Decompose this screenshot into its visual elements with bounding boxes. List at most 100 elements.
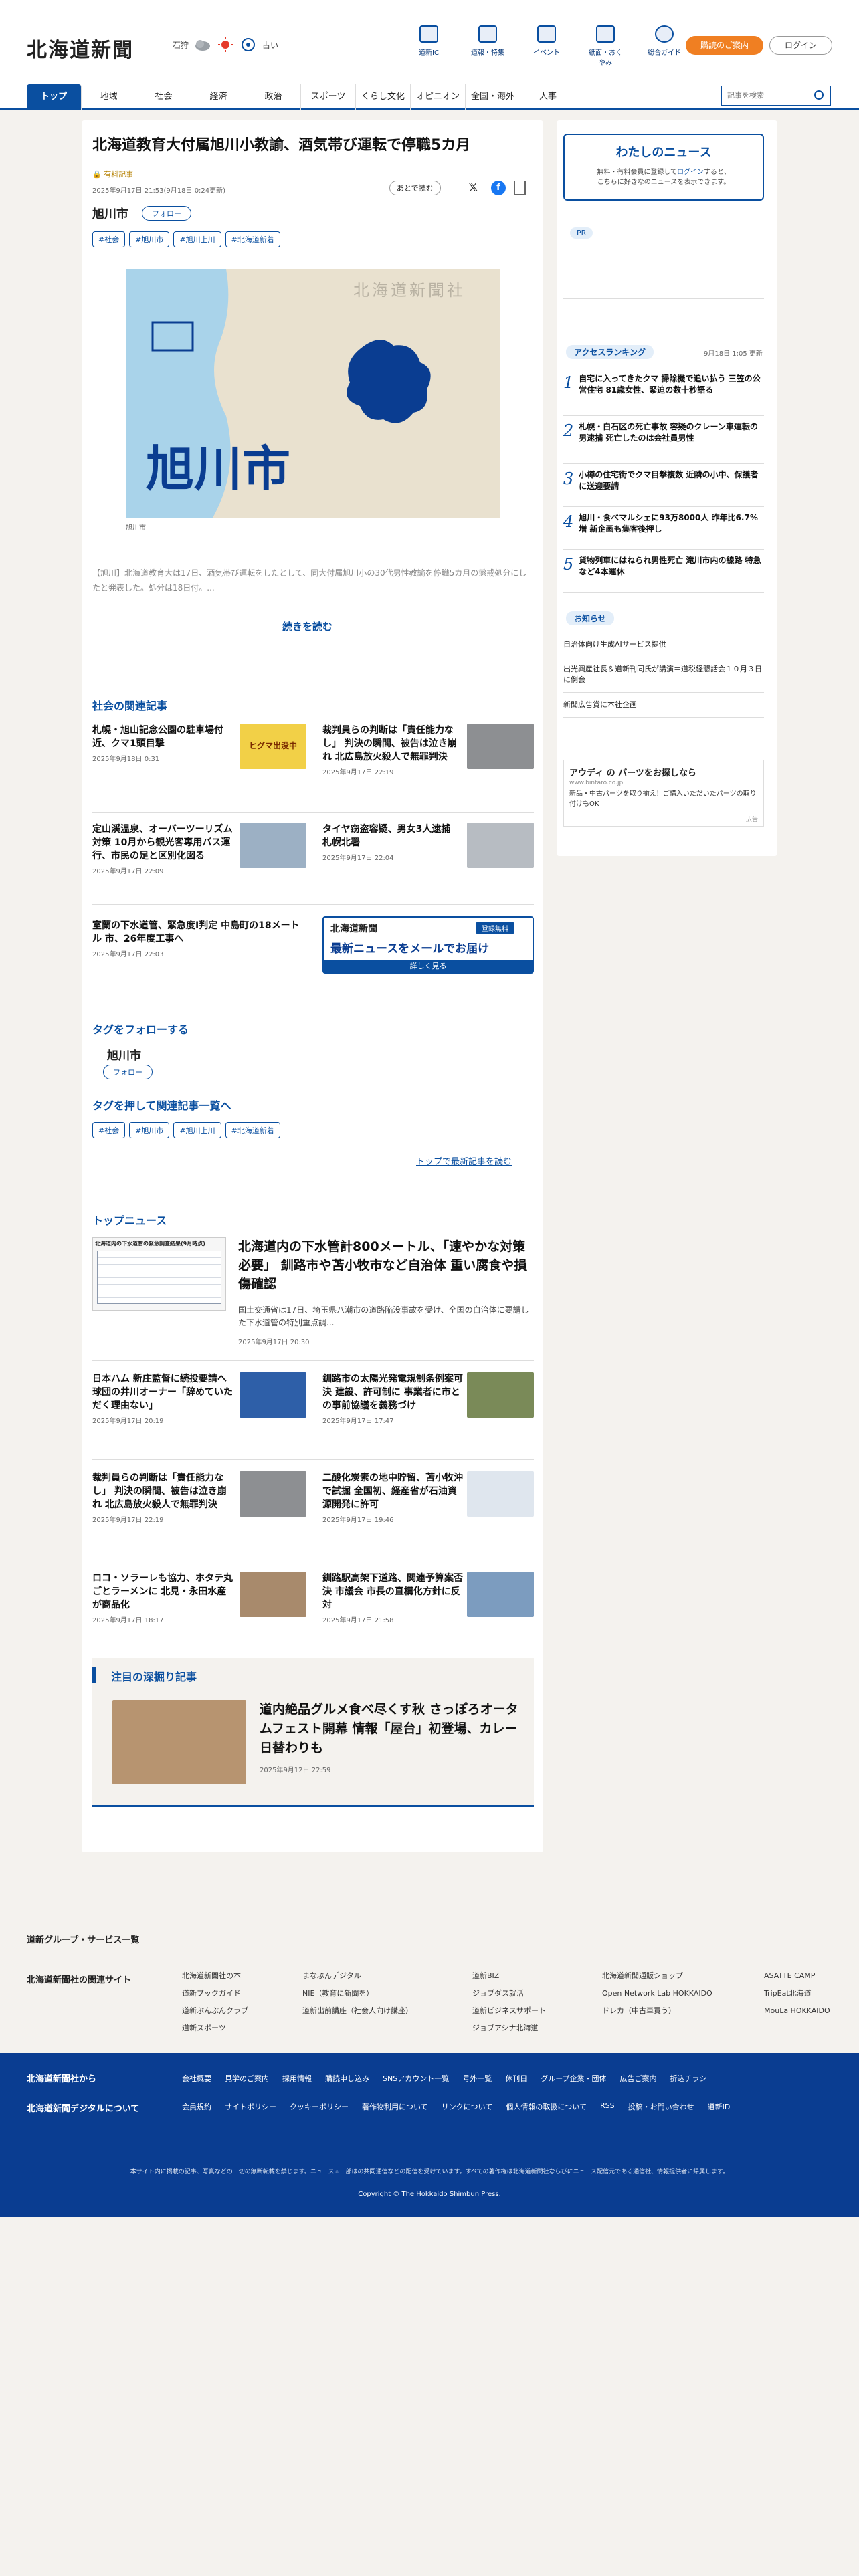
site-header: 北海道新聞 石狩 占い 道新IC 道報・特集 イベント 紙面・おくやみ 総合ガイ… <box>0 0 859 79</box>
sewer-table-image: 北海道内の下水道管の緊急調査結果(9月時点) <box>92 1237 226 1311</box>
mynews-login-link[interactable]: ログイン <box>677 169 704 176</box>
ranking-item[interactable]: 2 札幌・白石区の死亡事故 容疑のクレーン車運転の男逮捕 死亡したのは会社員男性 <box>563 421 764 464</box>
footer-column: 北海道新聞通販ショップ Open Network Lab HOKKAIDO ドレカ（… <box>602 1971 712 2015</box>
nav-item-politics[interactable]: 政治 <box>246 84 301 110</box>
footer-column: ASATTE CAMP TripEat北海道 MouLa HOKKAIDO <box>764 1971 830 2015</box>
notice-item[interactable]: 自治体向け生成AIサービス提供 <box>563 639 764 657</box>
nav-item-economy[interactable]: 経済 <box>191 84 246 110</box>
related-item-title: タイヤ窃盗容疑、男女3人逮捕 札幌北署 <box>322 824 451 848</box>
ranking-item[interactable]: 5 貨物列車にはねられ男性死亡 滝川市内の線路 特急など4本運休 <box>563 555 764 593</box>
related-sites-title: 北海道新聞社の関連サイト <box>27 1975 132 1985</box>
notice-list: 自治体向け生成AIサービス提供 出光興産社長＆道新刊同氏が講演＝道税経懇話会１０… <box>563 639 764 718</box>
related-item[interactable]: 札幌・旭山記念公園の駐車場付近、クマ1頭目撃 2025年9月18日 0:31 ヒ… <box>92 724 306 788</box>
icon-link-1[interactable]: 道報・特集 <box>468 25 507 67</box>
nav-item-sports[interactable]: スポーツ <box>301 84 356 110</box>
read-more-link[interactable]: 続きを読む <box>282 619 332 633</box>
weather-widget[interactable]: 石狩 占い <box>173 37 278 52</box>
related-thumb <box>467 724 534 769</box>
group-services-title[interactable]: 道新グループ・サービス一覧 <box>27 1933 139 1945</box>
related-item-title: 定山渓温泉、オーバーツーリズム対策 10月から観光客専用バス運行、市民の足と区別… <box>92 824 233 861</box>
tag-follow-title: タグをフォローする <box>92 1023 189 1036</box>
follow-button[interactable]: フォロー <box>103 1065 153 1079</box>
related-item[interactable]: 定山渓温泉、オーバーツーリズム対策 10月から観光客専用バス運行、市民の足と区別… <box>92 823 306 875</box>
login-button[interactable]: ログイン <box>769 36 832 55</box>
newsletter-banner[interactable]: 北海道新聞 登録無料 最新ニュースをメールでお届け 詳しく見る <box>322 916 534 974</box>
x-share-icon[interactable]: 𝕏 <box>468 181 478 195</box>
tag-pill[interactable]: #社会 <box>92 1122 126 1138</box>
tag-pill[interactable]: #北海道新着 <box>225 1122 280 1138</box>
related-item[interactable]: 室蘭の下水道管、緊急度Ⅰ判定 中島町の18メートル 市、26年度工事へ 2025… <box>92 919 306 958</box>
banner-detail-button[interactable]: 詳しく見る <box>324 960 533 972</box>
read-later-button[interactable]: あとで読む <box>389 181 441 195</box>
mynews-box: わたしのニュース 無料・有料会員に登録してログインすると、 こちらに好きなのニュ… <box>563 134 764 201</box>
topnews-item[interactable]: 裁判員らの判断は「責任能力なし」 判決の瞬間、被告は泣き崩れ 北広島放火殺人で無… <box>92 1471 306 1524</box>
site-logo[interactable]: 北海道新聞 <box>27 33 134 63</box>
help-icon <box>655 25 674 43</box>
ad-box[interactable]: アウディ の パーツをお探しなら www.bintaro.co.jp 新品・中古… <box>563 760 764 827</box>
tag-pill[interactable]: #旭川市 <box>129 1122 170 1138</box>
notice-item[interactable]: 新聞広告賞に本社企画 <box>563 693 764 718</box>
tag-pill[interactable]: #旭川上川 <box>173 231 221 247</box>
nav-item-region[interactable]: 地域 <box>82 84 136 110</box>
ranking-item[interactable]: 3 小樽の住宅街でクマ目撃複数 近隣の小中、保護者に送迎要請 <box>563 469 764 507</box>
related-item[interactable]: タイヤ窃盗容疑、男女3人逮捕 札幌北署 2025年9月17日 22:04 <box>322 823 534 868</box>
ranking-list: 1 自宅に入ってきたクマ 掃除機で追い払う 三笠の公営住宅 81歳女性、緊迫の数十… <box>563 373 764 593</box>
feature-box: 注目の深掘り記事 道内絶品グルメ食べ尽くす秋 さっぽろオータムフェスト開幕 情報… <box>92 1658 534 1807</box>
follow-city: 旭川市 <box>107 1049 141 1063</box>
feature-title[interactable]: 注目の深掘り記事 <box>111 1668 197 1684</box>
topnews-item[interactable]: 釧路駅高架下道路、関連予算案否決 市議会 市長の直構化方針に反対 2025年9月… <box>322 1572 534 1624</box>
topnews-item[interactable]: 二酸化炭素の地中貯留、苫小牧沖で試掘 全国初、経産省が石油資源開発に許可 202… <box>322 1471 534 1524</box>
ranking-title[interactable]: アクセスランキング <box>566 345 654 359</box>
icon-link-0[interactable]: 道新IC <box>409 25 448 67</box>
facebook-share-icon[interactable]: f <box>491 181 506 195</box>
nav-item-personnel[interactable]: 人事 <box>520 84 575 110</box>
notice-title[interactable]: お知らせ <box>566 611 614 625</box>
topnews-item[interactable]: 釧路市の太陽光発電規制条例案可決 建設、許可制に 事業者に市との事前協議を義務づ… <box>322 1372 534 1425</box>
nav-item-opinion[interactable]: オピニオン <box>411 84 466 110</box>
icon-link-2[interactable]: イベント <box>527 25 566 67</box>
topnews-thumb <box>467 1572 534 1617</box>
fortune-icon <box>242 38 256 51</box>
search-input[interactable] <box>721 86 808 106</box>
topnews-item[interactable]: 日本ハム 新庄監督に続投要請へ 球団の井川オーナー「辞めていただく理由ない」 2… <box>92 1372 306 1425</box>
nav-item-world[interactable]: 全国・海外 <box>466 84 520 110</box>
related-item[interactable]: 裁判員らの判断は「責任能力なし」 判決の瞬間、被告は泣き崩れ 北広島放火殺人で無… <box>322 724 534 804</box>
tag-pill[interactable]: #旭川上川 <box>173 1122 221 1138</box>
notice-item[interactable]: 出光興産社長＆道新刊同氏が講演＝道税経懇話会１０月３日に例会 <box>563 657 764 693</box>
tag-pill[interactable]: #北海道新着 <box>225 231 280 247</box>
share-icon[interactable] <box>514 181 526 195</box>
topnews-thumb <box>240 1471 306 1517</box>
topnews-item-title: 二酸化炭素の地中貯留、苫小牧沖で試掘 全国初、経産省が石油資源開発に許可 <box>322 1473 463 1510</box>
related-item-title: 室蘭の下水道管、緊急度Ⅰ判定 中島町の18メートル 市、26年度工事へ <box>92 920 300 944</box>
feature-article-title[interactable]: 道内絶品グルメ食べ尽くす秋 さっぽろオータムフェスト開幕 情報「屋台」初登場、カ… <box>260 1700 520 1758</box>
tag-pill[interactable]: #旭川市 <box>129 231 170 247</box>
ranking-item[interactable]: 4 旭川・食べマルシェに93万8000人 昨年比6.7%増 新企画も集客後押し <box>563 512 764 550</box>
related-title: 社会の関連記事 <box>92 700 168 712</box>
related-sites-list: 北海道新聞社の本 道新ブックガイド 道新ぶんぶんクラブ 道新スポーツ まなぶんデジタル… <box>182 1967 844 2037</box>
feature-thumb[interactable] <box>112 1700 246 1784</box>
follow-button[interactable]: フォロー <box>142 206 191 221</box>
topnews-thumb <box>240 1372 306 1418</box>
book-icon <box>419 25 438 43</box>
nav-item-culture[interactable]: くらし文化 <box>356 84 411 110</box>
map-city-label: 旭川市 <box>146 441 291 497</box>
tag-pill[interactable]: #社会 <box>92 231 126 247</box>
related-thumb <box>240 823 306 868</box>
nav-item-top[interactable]: トップ <box>27 84 82 110</box>
topnews-item[interactable]: ロコ・ソラーレも協力、ホタテ丸ごとラーメンに 北見・永田水産が商品化 2025年… <box>92 1572 306 1624</box>
lead-article-date: 2025年9月17日 20:30 <box>238 1339 310 1346</box>
ranking-item[interactable]: 1 自宅に入ってきたクマ 掃除機で追い払う 三笠の公営住宅 81歳女性、緊迫の数十… <box>563 373 764 416</box>
lead-article-title[interactable]: 北海道内の下水管計800メートル、「速やかな対策必要」 釧路市や苫小牧市など自治… <box>238 1237 533 1293</box>
nav-item-society[interactable]: 社会 <box>136 84 191 110</box>
ad-text: 新品・中古パーツを取り揃え！ご購入いただいたパーツの取り付けもOK <box>569 790 757 808</box>
main-nav: トップ 地域 社会 経済 政治 スポーツ くらし文化 オピニオン 全国・海外 人… <box>0 79 859 110</box>
subscribe-button[interactable]: 購読のご案内 <box>686 36 763 55</box>
mynews-text: 無料・有料会員に登録してログインすると、 <box>597 169 731 176</box>
footer-column: 北海道新聞社の本 道新ブックガイド 道新ぶんぶんクラブ 道新スポーツ <box>182 1971 248 2032</box>
search-icon[interactable] <box>807 86 831 106</box>
footer-column: まなぶんデジタル NIE（教育に新聞を） 道新出前講座（社会人向け講座） <box>302 1971 413 2015</box>
icon-link-4[interactable]: 総合ガイド <box>645 25 684 67</box>
latest-link[interactable]: トップで最新記事を読む <box>416 1154 512 1167</box>
topnews-thumb <box>467 1372 534 1418</box>
icon-link-3[interactable]: 紙面・おくやみ <box>586 25 625 67</box>
